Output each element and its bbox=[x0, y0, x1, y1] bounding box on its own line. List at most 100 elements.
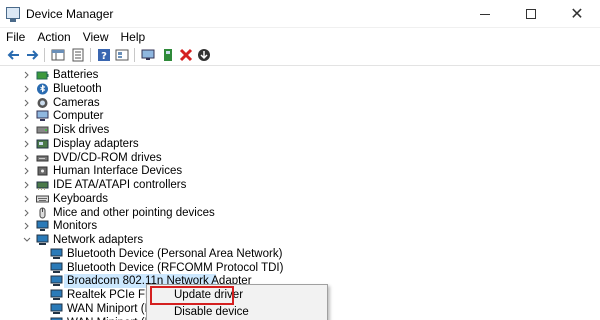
chevron-right-icon[interactable] bbox=[22, 221, 32, 231]
tree-category-bluetooth[interactable]: Bluetooth bbox=[0, 82, 600, 96]
help-button[interactable]: ? bbox=[96, 47, 112, 63]
chevron-right-icon[interactable] bbox=[22, 70, 32, 80]
show-hide-tree-icon bbox=[51, 49, 65, 61]
show-hide-tree-button[interactable] bbox=[50, 47, 66, 63]
device-manager-app-icon bbox=[6, 7, 20, 22]
title-bar: Device Manager ✕ bbox=[0, 0, 600, 28]
tree-category-mice-and-other-pointing-devices[interactable]: Mice and other pointing devices bbox=[0, 206, 600, 220]
toolbar-separator bbox=[90, 48, 91, 62]
chevron-right-icon[interactable] bbox=[22, 180, 32, 190]
chevron-right-icon[interactable] bbox=[22, 208, 32, 218]
update-driver-button[interactable] bbox=[160, 47, 176, 63]
properties-icon bbox=[72, 48, 84, 62]
menu-bar: File Action View Help bbox=[0, 28, 600, 46]
keyboard-icon bbox=[36, 193, 49, 205]
tree-item-label: Monitors bbox=[53, 220, 98, 233]
close-icon: ✕ bbox=[570, 4, 584, 23]
camera-icon bbox=[36, 97, 49, 109]
toolbar-separator bbox=[44, 48, 45, 62]
chevron-right-icon[interactable] bbox=[22, 139, 32, 149]
update-driver-icon bbox=[164, 49, 172, 61]
tree-category-computer[interactable]: Computer bbox=[0, 109, 600, 123]
disable-button[interactable] bbox=[196, 47, 212, 63]
menu-file[interactable]: File bbox=[0, 28, 31, 46]
maximize-icon bbox=[526, 9, 536, 19]
scan-hardware-button[interactable] bbox=[140, 47, 156, 63]
forward-button[interactable] bbox=[24, 47, 40, 63]
device-tree: Batteries Bluetooth Cameras Computer Disk dr… bbox=[0, 65, 600, 320]
tree-category-cameras[interactable]: Cameras bbox=[0, 96, 600, 110]
window-title: Device Manager bbox=[26, 7, 114, 21]
tree-category-network-adapters[interactable]: Network adapters bbox=[0, 233, 600, 247]
tree-category-human-interface-devices[interactable]: Human Interface Devices bbox=[0, 164, 600, 178]
network-device-row[interactable]: Bluetooth Device (RFCOMM Protocol TDI) bbox=[0, 261, 600, 275]
chevron-right-icon[interactable] bbox=[22, 111, 32, 121]
network-adapter-icon bbox=[50, 289, 63, 301]
computer-icon bbox=[36, 110, 49, 122]
back-button[interactable] bbox=[6, 47, 22, 63]
minimize-button[interactable] bbox=[462, 0, 508, 28]
monitor-icon bbox=[36, 220, 49, 232]
network-adapter-icon bbox=[50, 248, 63, 260]
scan-hardware-icon bbox=[141, 49, 155, 60]
device-label: Bluetooth Device (Personal Area Network) bbox=[67, 247, 283, 260]
tree-item-label: Disk drives bbox=[53, 124, 110, 136]
view-icon bbox=[115, 49, 129, 61]
chevron-right-icon[interactable] bbox=[22, 194, 32, 204]
tree-category-display-adapters[interactable]: Display adapters bbox=[0, 137, 600, 151]
chevron-right-icon[interactable] bbox=[22, 153, 32, 163]
uninstall-icon bbox=[179, 48, 193, 62]
svg-text:?: ? bbox=[101, 51, 107, 62]
tree-item-label: Batteries bbox=[53, 69, 99, 81]
chevron-right-icon[interactable] bbox=[22, 84, 32, 94]
disable-device-menu-item[interactable]: Disable device bbox=[147, 304, 327, 320]
network-adapter-icon bbox=[50, 317, 63, 320]
device-label: WAN Miniport (I bbox=[67, 316, 148, 320]
battery-icon bbox=[36, 69, 49, 81]
tree-item-label: Bluetooth bbox=[53, 82, 102, 95]
chevron-right-icon[interactable] bbox=[22, 98, 32, 108]
toolbar-separator bbox=[134, 48, 135, 62]
chevron-right-icon[interactable] bbox=[22, 125, 32, 135]
tree-item-label: Cameras bbox=[53, 96, 100, 109]
menu-help[interactable]: Help bbox=[115, 28, 152, 46]
uninstall-button[interactable] bbox=[178, 47, 194, 63]
tree-category-dvd-cd-rom-drives[interactable]: DVD/CD-ROM drives bbox=[0, 151, 600, 165]
highlight-box bbox=[150, 286, 234, 305]
tree-item-label: Keyboards bbox=[53, 192, 108, 205]
display-adapter-icon bbox=[36, 138, 49, 150]
menu-action[interactable]: Action bbox=[31, 28, 76, 46]
ide-controller-icon bbox=[36, 179, 49, 191]
bluetooth-icon bbox=[36, 83, 49, 95]
maximize-button[interactable] bbox=[508, 0, 554, 28]
chevron-down-icon[interactable] bbox=[22, 235, 32, 245]
mouse-icon bbox=[36, 207, 49, 219]
tree-item-label: Network adapters bbox=[53, 234, 144, 246]
tree-category-batteries[interactable]: Batteries bbox=[0, 68, 600, 82]
chevron-right-icon[interactable] bbox=[22, 166, 32, 176]
tree-item-label: Mice and other pointing devices bbox=[53, 206, 215, 219]
tree-category-monitors[interactable]: Monitors bbox=[0, 219, 600, 233]
network-adapter-icon bbox=[50, 275, 63, 287]
tree-item-label: IDE ATA/ATAPI controllers bbox=[53, 179, 187, 191]
network-adapter-icon bbox=[50, 303, 63, 315]
network-adapter-icon bbox=[50, 262, 63, 274]
toolbar: ? bbox=[0, 46, 600, 64]
tree-category-keyboards[interactable]: Keyboards bbox=[0, 192, 600, 206]
properties-button[interactable] bbox=[70, 47, 86, 63]
tree-category-ide-ata-atapi-controllers[interactable]: IDE ATA/ATAPI controllers bbox=[0, 178, 600, 192]
forward-icon bbox=[27, 50, 39, 60]
context-menu: Update driver Disable device bbox=[146, 284, 328, 320]
hid-icon bbox=[36, 165, 49, 177]
tree-item-label: DVD/CD-ROM drives bbox=[53, 151, 162, 164]
tree-item-label: Human Interface Devices bbox=[53, 165, 183, 178]
dvd-drive-icon bbox=[36, 152, 49, 164]
tree-category-disk-drives[interactable]: Disk drives bbox=[0, 123, 600, 137]
menu-view[interactable]: View bbox=[77, 28, 115, 46]
view-button[interactable] bbox=[114, 47, 130, 63]
help-icon: ? bbox=[98, 49, 110, 62]
close-button[interactable]: ✕ bbox=[554, 0, 600, 28]
network-device-row[interactable]: Bluetooth Device (Personal Area Network) bbox=[0, 247, 600, 261]
disk-drive-icon bbox=[36, 124, 49, 136]
tree-item-label: Computer bbox=[53, 110, 104, 123]
